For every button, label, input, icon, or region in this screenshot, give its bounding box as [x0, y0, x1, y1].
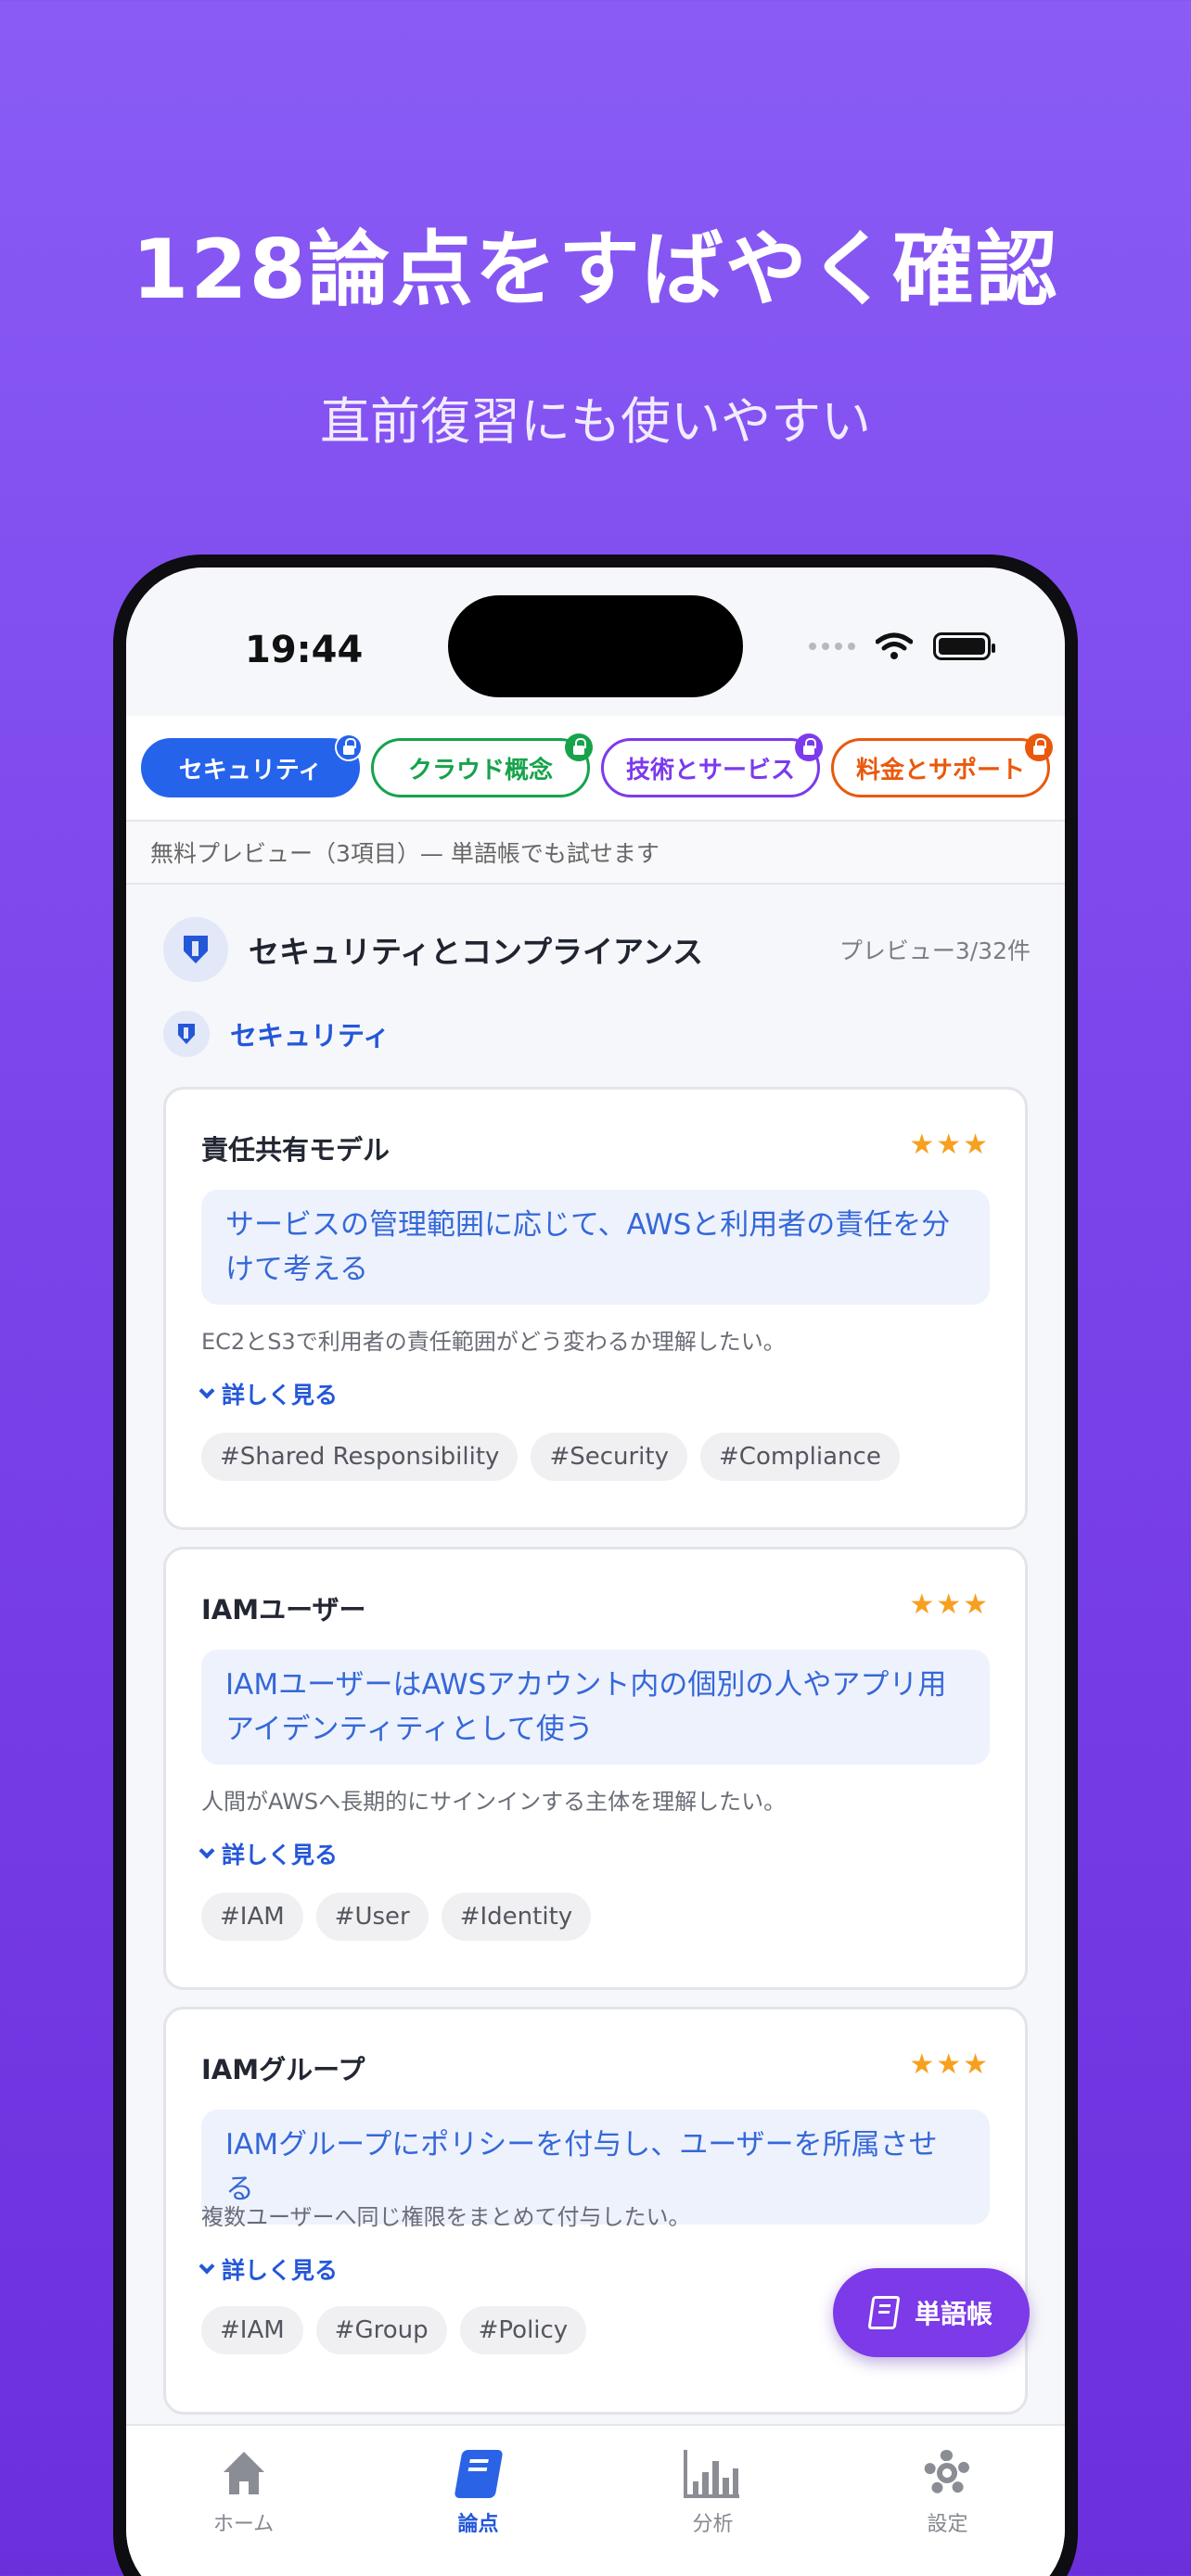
show-more-label: 詳しく見る — [222, 1382, 339, 1409]
chip-label: 料金とサポート — [855, 756, 1025, 784]
status-time: 19:44 — [245, 629, 364, 671]
chevron-down-icon — [198, 2258, 215, 2275]
app-screen: 19:44 セキュリティ クラウド概念 技術とサービス 料金とサポート 無料プレ… — [126, 567, 1065, 2576]
tab-label: 論点 — [457, 2513, 499, 2536]
tab-topics[interactable]: 論点 — [361, 2426, 596, 2576]
card-description: 人間がAWSへ長期的にサインインする主体を理解したい。 — [201, 1789, 787, 1815]
preview-banner: 無料プレビュー（3項目）— 単語帳でも試せます — [126, 820, 1065, 885]
promo-headline: 128論点をすばやく確認 — [132, 222, 1059, 317]
show-more-button[interactable]: 詳しく見る — [198, 1837, 339, 1870]
tag: #Policy — [459, 2306, 587, 2354]
vocab-book-button[interactable]: 単語帳 — [833, 2268, 1030, 2357]
category-label: セキュリティ — [163, 1011, 390, 1057]
star-rating: ★★★ — [909, 1588, 990, 1621]
tag: #Group — [315, 2306, 447, 2354]
tab-bar: ホーム 論点 分析 設定 — [126, 2424, 1065, 2576]
tab-label: ホーム — [212, 2513, 275, 2536]
tab-settings[interactable]: 設定 — [830, 2426, 1065, 2576]
topic-card[interactable]: 責任共有モデル ★★★ サービスの管理範囲に応じて、AWSと利用者の責任を分けて… — [163, 1087, 1028, 1530]
cellular-icon — [809, 643, 855, 650]
chart-icon — [683, 2450, 743, 2498]
chevron-down-icon — [198, 1843, 215, 1859]
category-text: セキュリティ — [230, 1020, 391, 1052]
tab-label: 分析 — [692, 2513, 734, 2536]
card-title: IAMユーザー — [201, 1594, 366, 1626]
chip-security[interactable]: セキュリティ — [141, 733, 363, 797]
lock-icon — [335, 733, 363, 761]
shield-icon — [163, 1011, 210, 1057]
show-more-label: 詳しく見る — [222, 2257, 339, 2284]
status-icons — [809, 632, 995, 660]
shield-icon — [163, 917, 228, 982]
tag: #Identity — [441, 1893, 592, 1941]
tab-analysis[interactable]: 分析 — [596, 2426, 830, 2576]
tab-label: 設定 — [927, 2513, 968, 2536]
fab-label: 単語帳 — [914, 2299, 992, 2329]
star-rating: ★★★ — [909, 2048, 990, 2081]
tag: #IAM — [201, 2306, 303, 2354]
lock-icon — [795, 733, 823, 761]
book-icon — [867, 2296, 901, 2329]
chevron-down-icon — [198, 1383, 215, 1399]
promo-subheadline: 直前復習にも使いやすい — [320, 392, 871, 451]
tab-home[interactable]: ホーム — [126, 2426, 361, 2576]
tag-list: #Shared Responsibility #Security #Compli… — [201, 1433, 900, 1481]
card-title: 責任共有モデル — [201, 1134, 391, 1166]
chip-label: セキュリティ — [178, 756, 323, 784]
card-highlight: サービスの管理範囲に応じて、AWSと利用者の責任を分けて考える — [201, 1190, 990, 1305]
battery-icon — [933, 632, 995, 660]
chip-cloud-concepts[interactable]: クラウド概念 — [371, 733, 593, 797]
chip-tech-services[interactable]: 技術とサービス — [601, 733, 823, 797]
tag: #Shared Responsibility — [201, 1433, 519, 1481]
star-rating: ★★★ — [909, 1129, 990, 1161]
section-title: セキュリティとコンプライアンス — [249, 934, 704, 970]
card-description: 複数ユーザーへ同じ権限をまとめて付与したい。 — [201, 2204, 691, 2230]
lock-icon — [565, 733, 593, 761]
show-more-label: 詳しく見る — [222, 1842, 339, 1868]
topic-card[interactable]: IAMユーザー ★★★ IAMユーザーはAWSアカウント内の個別の人やアプリ用ア… — [163, 1547, 1028, 1990]
card-highlight: IAMユーザーはAWSアカウント内の個別の人やアプリ用アイデンティティとして使う — [201, 1650, 990, 1765]
tag-list: #IAM #User #Identity — [201, 1893, 592, 1941]
card-title: IAMグループ — [201, 2054, 365, 2085]
chip-label: 技術とサービス — [625, 756, 795, 784]
tag: #Compliance — [700, 1433, 900, 1481]
chip-label: クラウド概念 — [407, 756, 553, 784]
home-icon — [220, 2450, 268, 2498]
show-more-button[interactable]: 詳しく見る — [198, 1377, 339, 1410]
gear-icon — [923, 2450, 972, 2498]
lock-icon — [1025, 733, 1053, 761]
show-more-button[interactable]: 詳しく見る — [198, 2252, 339, 2286]
wifi-icon — [876, 632, 913, 659]
tag: #IAM — [201, 1893, 303, 1941]
section-header: セキュリティとコンプライアンス プレビュー3/32件 — [163, 912, 1031, 987]
status-bar: 19:44 — [126, 567, 1065, 716]
dynamic-island — [448, 595, 743, 697]
tag: #Security — [531, 1433, 687, 1481]
category-chips: セキュリティ クラウド概念 技術とサービス 料金とサポート — [126, 716, 1065, 820]
chip-billing-support[interactable]: 料金とサポート — [831, 733, 1053, 797]
card-description: EC2とS3で利用者の責任範囲がどう変わるか理解したい。 — [201, 1329, 786, 1355]
section-count: プレビュー3/32件 — [839, 937, 1031, 964]
tag-list: #IAM #Group #Policy — [201, 2306, 587, 2354]
book-icon — [453, 2450, 504, 2498]
tag: #User — [315, 1893, 429, 1941]
phone-frame: 19:44 セキュリティ クラウド概念 技術とサービス 料金とサポート 無料プレ… — [113, 555, 1078, 2576]
